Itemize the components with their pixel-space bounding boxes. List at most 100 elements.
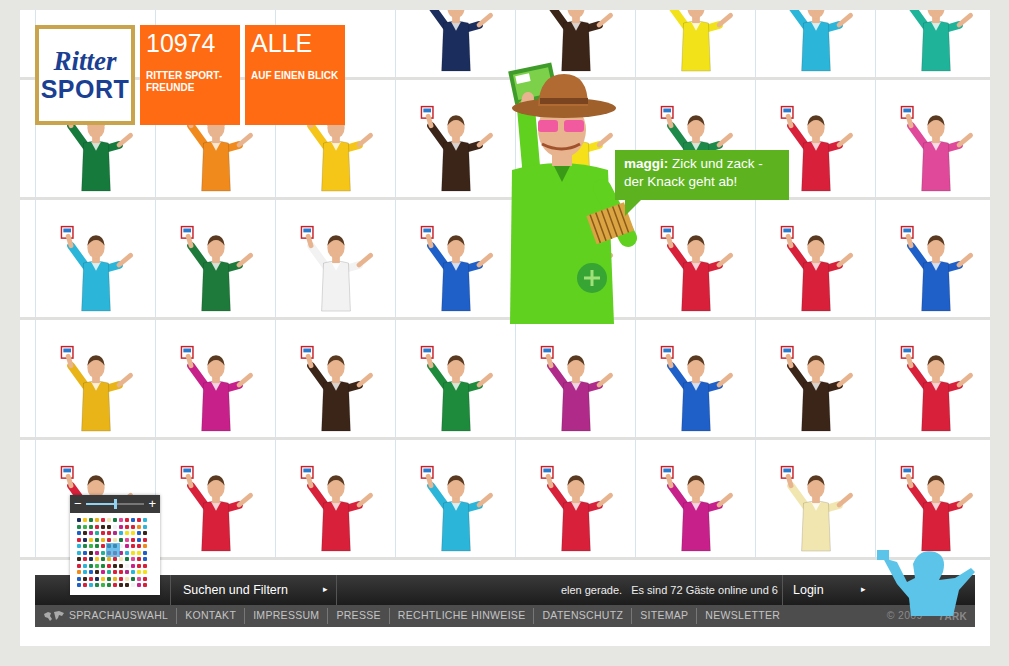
mascot-silhouette-icon[interactable] (875, 538, 975, 616)
minimap-dot (95, 538, 99, 542)
footer-link[interactable]: SITEMAP (631, 608, 696, 624)
search-filter-button[interactable]: Suchen und Filtern▸ (170, 575, 337, 605)
friend-figure[interactable] (408, 457, 504, 557)
grid-cell (635, 320, 755, 437)
minimap-dot (89, 583, 93, 587)
minimap-dot (143, 577, 147, 581)
minimap-dot (143, 538, 147, 542)
grid-cell (155, 200, 275, 317)
minimap-dot (113, 557, 117, 561)
minimap-dot (119, 518, 123, 522)
footer-link[interactable]: DATENSCHUTZ (533, 608, 631, 624)
friend-figure[interactable] (648, 337, 744, 437)
minimap-dot (119, 577, 123, 581)
grid-cell (635, 440, 755, 557)
footer-link[interactable]: IMPRESSUM (244, 608, 327, 624)
minimap-dot (113, 564, 117, 568)
friend-figure[interactable] (648, 10, 744, 77)
view-filter-tile[interactable]: ALLE AUF EINEN BLICK (245, 25, 345, 125)
footer-link[interactable]: SPRACHAUSWAHL (65, 608, 176, 624)
minimap-dot (137, 518, 141, 522)
minimap-dot (137, 577, 141, 581)
zoom-fill (86, 503, 115, 505)
zoom-slider[interactable] (86, 503, 145, 505)
friend-figure[interactable] (408, 217, 504, 317)
grid-cell (875, 440, 990, 557)
friend-figure[interactable] (768, 457, 864, 557)
friend-figure[interactable] (408, 10, 504, 77)
minimap-dot (101, 538, 105, 542)
zoom-in-button[interactable]: + (148, 495, 156, 513)
friend-figure[interactable] (408, 97, 504, 197)
friend-figure[interactable] (288, 457, 384, 557)
minimap-dot (83, 570, 87, 574)
minimap-dot (137, 551, 141, 555)
minimap-dot (107, 518, 111, 522)
friend-figure[interactable] (648, 457, 744, 557)
grid-cell (635, 10, 755, 77)
page-frame: Ritter SPORT 10974 RITTER SPORT-FREUNDE … (20, 10, 990, 646)
minimap-dot (137, 531, 141, 535)
minimap-dot (89, 564, 93, 568)
minimap-dot (95, 564, 99, 568)
minimap-dot (119, 531, 123, 535)
minimap-dot (83, 564, 87, 568)
minimap-dot (83, 518, 87, 522)
ritter-sport-logo[interactable]: Ritter SPORT (35, 25, 135, 125)
minimap-dot (143, 564, 147, 568)
minimap-dot (77, 525, 81, 529)
minimap-dot (95, 557, 99, 561)
grid-cell (875, 200, 990, 317)
footer-link[interactable]: RECHTLICHE HINWEISE (389, 608, 534, 624)
footer-link[interactable]: PRESSE (327, 608, 388, 624)
minimap-dot (107, 557, 111, 561)
minimap[interactable]: − + (70, 495, 160, 595)
minimap-dot (77, 531, 81, 535)
friend-figure[interactable] (528, 457, 624, 557)
grid-cell (875, 320, 990, 437)
friend-figure[interactable] (48, 217, 144, 317)
friend-figure[interactable] (168, 217, 264, 317)
minimap-dot (113, 577, 117, 581)
friend-figure[interactable] (168, 337, 264, 437)
minimap-dots[interactable] (77, 518, 153, 588)
friend-figure[interactable] (888, 337, 984, 437)
friend-figure[interactable] (888, 217, 984, 317)
minimap-dot (89, 525, 93, 529)
minimap-dot (131, 544, 135, 548)
friend-figure[interactable] (768, 337, 864, 437)
minimap-dot (95, 570, 99, 574)
minimap-viewport[interactable] (106, 543, 120, 557)
login-button[interactable]: Login▸ (782, 575, 872, 605)
bottom-bar: Suchen und Filtern▸ elen gerade. Es sind… (35, 575, 975, 605)
friend-figure[interactable] (888, 97, 984, 197)
footer-link[interactable]: NEWSLETTER (696, 608, 788, 624)
minimap-dot (137, 564, 141, 568)
friend-figure[interactable] (288, 217, 384, 317)
minimap-dot (107, 564, 111, 568)
speech-bubble: maggi: Zick und zack - der Knack geht ab… (615, 150, 789, 200)
friend-figure[interactable] (288, 337, 384, 437)
minimap-dot (83, 583, 87, 587)
zoom-thumb[interactable] (114, 499, 117, 509)
minimap-dot (119, 583, 123, 587)
zoom-out-button[interactable]: − (74, 495, 82, 513)
friend-figure[interactable] (888, 10, 984, 77)
world-map-icon (43, 610, 65, 622)
minimap-dot (137, 583, 141, 587)
friend-figure[interactable] (528, 337, 624, 437)
friend-figure[interactable] (48, 337, 144, 437)
minimap-dot (101, 531, 105, 535)
grid-cell (635, 200, 755, 317)
friend-figure[interactable] (648, 217, 744, 317)
friend-figure[interactable] (408, 337, 504, 437)
friend-figure[interactable] (888, 457, 984, 557)
minimap-dot (107, 525, 111, 529)
footer-link[interactable]: KONTAKT (176, 608, 244, 624)
friend-figure[interactable] (768, 217, 864, 317)
friend-figure[interactable] (768, 10, 864, 77)
friend-figure[interactable] (168, 457, 264, 557)
minimap-dot (77, 577, 81, 581)
grid-cell (875, 80, 990, 197)
grid-cell (35, 200, 155, 317)
